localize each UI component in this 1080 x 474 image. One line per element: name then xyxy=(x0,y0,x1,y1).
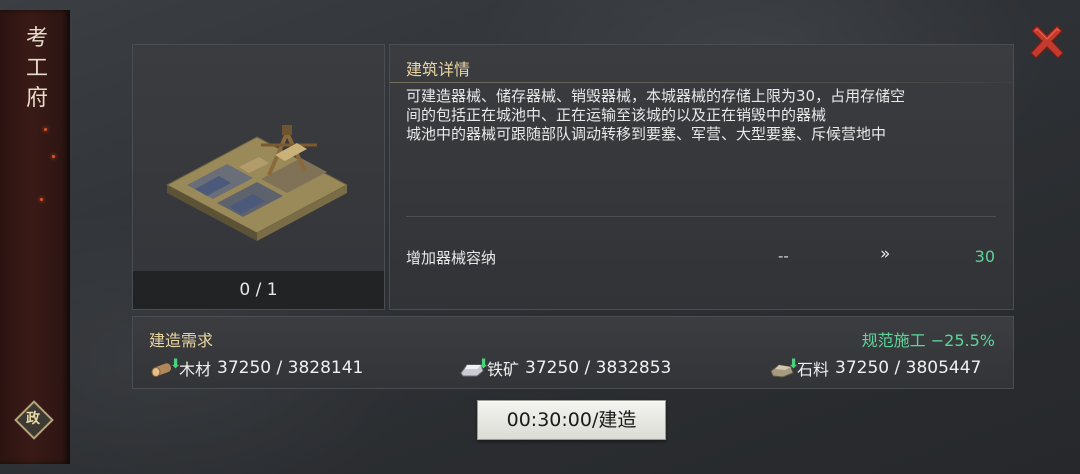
requirements-title: 建造需求 xyxy=(149,331,214,350)
build-button[interactable]: 00:30:00/建造 xyxy=(477,400,666,440)
down-arrow-icon: ⬇ xyxy=(478,357,489,372)
description-line: 城池中的器械可跟随部队调动转移到要塞、军营、大型要塞、斥候营地中 xyxy=(406,125,887,143)
detail-description: 可建造器械、储存器械、销毁器械，本城器械的存储上限为30，占用存储空 间的包括正… xyxy=(406,87,1006,144)
resource-requirement-wood: ⬇ 木材 37250 / 3828141 xyxy=(151,355,363,381)
build-requirements-panel: 建造需求 规范施工 −25.5% ⬇ 木材 37250 / 3828141 ⬇ xyxy=(132,316,1014,389)
title-char: 府 xyxy=(25,86,48,111)
building-detail-panel: 建筑详情 可建造器械、储存器械、销毁器械，本城器械的存储上限为30，占用存储空 … xyxy=(389,44,1014,310)
ember-decoration xyxy=(40,198,43,201)
construction-discount: 规范施工 −25.5% xyxy=(861,331,995,350)
stone-icon: ⬇ xyxy=(769,357,799,379)
down-arrow-icon: ⬇ xyxy=(788,357,799,372)
building-detail-screen: 考 工 府 政 0 / 1 建筑详情 可建造器械、储存器械、销毁器械，本城器械的… xyxy=(0,0,1080,474)
description-line: 可建造器械、储存器械、销毁器械，本城器械的存储上限为30，占用存储空 xyxy=(406,87,906,105)
stat-label: 增加器械容纳 xyxy=(406,249,497,267)
close-button[interactable] xyxy=(1026,22,1068,64)
resource-amount: 37250 / 3805447 xyxy=(835,358,982,378)
resource-requirement-iron: ⬇ 铁矿 37250 / 3832853 xyxy=(459,355,671,381)
down-arrow-icon: ⬇ xyxy=(170,357,181,372)
policy-badge-button[interactable]: 政 xyxy=(14,400,54,440)
description-line: 间的包括正在城池中、正在运输至该城的以及正在销毁中的器械 xyxy=(406,106,827,124)
stat-next-value: 30 xyxy=(974,247,995,266)
resource-name: 石料 xyxy=(797,360,830,379)
title-char: 考 xyxy=(25,26,48,51)
resource-name: 木材 xyxy=(179,360,212,379)
divider xyxy=(390,82,1013,83)
stat-current-value: -- xyxy=(778,247,789,265)
resource-amount: 37250 / 3828141 xyxy=(217,358,364,378)
building-image-panel: 0 / 1 xyxy=(132,44,385,310)
wood-icon: ⬇ xyxy=(151,357,181,379)
divider xyxy=(406,216,996,217)
ember-decoration xyxy=(52,155,55,158)
resource-requirement-stone: ⬇ 石料 37250 / 3805447 xyxy=(769,355,981,381)
workshop-building-image xyxy=(165,125,349,241)
title-char: 工 xyxy=(25,56,48,81)
detail-title: 建筑详情 xyxy=(406,60,471,79)
resource-name: 铁矿 xyxy=(487,360,520,379)
close-x-icon xyxy=(1030,25,1064,59)
policy-badge-label: 政 xyxy=(26,411,40,427)
ember-decoration xyxy=(44,128,47,131)
resource-amount: 37250 / 3832853 xyxy=(525,358,672,378)
iron-ore-icon: ⬇ xyxy=(459,357,489,379)
building-count: 0 / 1 xyxy=(133,271,384,309)
building-name-vertical: 考 工 府 xyxy=(22,24,52,114)
double-chevron-right-icon: » xyxy=(880,244,891,264)
